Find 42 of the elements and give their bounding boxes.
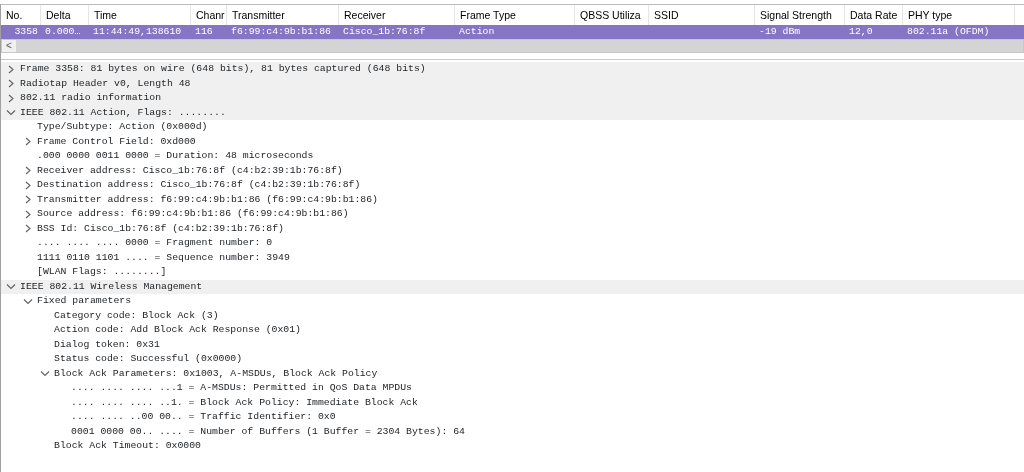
tree-item[interactable]: Block Ack Timeout: 0x0000 (54, 439, 201, 454)
tree-item[interactable]: 802.11 radio information (20, 91, 162, 106)
table-cell-text: 12,0 (848, 25, 874, 39)
tree-item[interactable]: Destination address: Cisco_1b:76:8f (c4:b2:39:1b:76:8f) (37, 178, 361, 193)
tree-item[interactable]: 1111 0110 1101 .... = Sequence number: 3949 (37, 250, 290, 265)
tree-item[interactable]: .000 0000 0011 0000 = Duration: 48 microseconds (37, 149, 314, 164)
tree-item[interactable]: Category code: Block Ack (3) (54, 308, 219, 323)
tree-item[interactable]: 0001 0000 00.. .... = Number of Buffers (1 Buffer = 2304 Bytes): 64 (71, 424, 465, 439)
tree-item[interactable]: Transmitter address: f6:99:c4:9b:b1:86 (f6:99:c4:9b:b1:86) (37, 192, 378, 207)
chevron-down-icon[interactable] (22, 296, 34, 306)
tree-item[interactable]: Status code: Successful (0x0000) (54, 352, 243, 367)
table-cell-text: -19 dBm (758, 25, 802, 39)
chevron-down-icon[interactable] (5, 282, 17, 292)
tree-item[interactable]: Receiver address: Cisco_1b:76:8f (c4:b2:39:1b:76:8f) (37, 163, 343, 178)
table-cell-text: Action (458, 25, 496, 39)
tree-item[interactable]: Frame Control Field: 0xd000 (37, 134, 196, 149)
scroll-left-button[interactable]: < (2, 40, 16, 52)
tree-item[interactable]: .... .... .... 0000 = Fragment number: 0 (37, 236, 273, 251)
tree-item[interactable]: Type/Subtype: Action (0x000d) (37, 120, 208, 135)
table-cell-text: 0.000… (44, 25, 82, 39)
tree-item[interactable]: Dialog token: 0x31 (54, 337, 160, 352)
chevron-down-icon[interactable] (5, 108, 17, 118)
table-cell-text: 116 (194, 25, 214, 39)
chevron-down-icon[interactable] (39, 369, 51, 379)
tree-item[interactable]: .... .... .... ...1 = A-MSDUs: Permitted in QoS Data MPDUs (71, 381, 412, 396)
packet-row[interactable]: 3358 0.000… 11:44:49,138610 116 f6:99:c4:9b:b1:86 Cisco_1b:76:8f Action -19 dBm 12,0 802.11a (OFDM) (1, 25, 1024, 39)
tree-item[interactable]: IEEE 802.11 Wireless Management (20, 279, 203, 294)
tree-item[interactable]: Radiotap Header v0, Length 48 (20, 76, 191, 91)
table-cell-text: Cisco_1b:76:8f (342, 25, 427, 39)
tree-item[interactable]: .... .... ..00 00.. = Traffic Identifier: 0x0 (71, 410, 336, 425)
table-cell-text: 3358 (13, 25, 39, 39)
tree-item[interactable]: Source address: f6:99:c4:9b:b1:86 (f6:99:c4:9b:b1:86) (37, 207, 349, 222)
tree-item[interactable]: Action code: Add Block Ack Response (0x01) (54, 323, 301, 338)
tree-item[interactable]: Block Ack Parameters: 0x1003, A-MSDUs, Block Ack Policy (54, 366, 378, 381)
tree-item[interactable]: .... .... .... ..1. = Block Ack Policy: Immediate Block Ack (71, 395, 418, 410)
table-cell-text: 802.11a (OFDM) (906, 25, 991, 39)
tree-item[interactable]: BSS Id: Cisco_1b:76:8f (c4:b2:39:1b:76:8f) (37, 221, 284, 236)
table-cell-text: f6:99:c4:9b:b1:86 (230, 25, 332, 39)
tree-item[interactable]: [WLAN Flags: ........] (37, 265, 167, 280)
tree-item[interactable]: Fixed parameters (37, 294, 132, 309)
horizontal-scrollbar[interactable]: < (1, 39, 1024, 53)
table-cell-text: 11:44:49,138610 (92, 25, 183, 39)
